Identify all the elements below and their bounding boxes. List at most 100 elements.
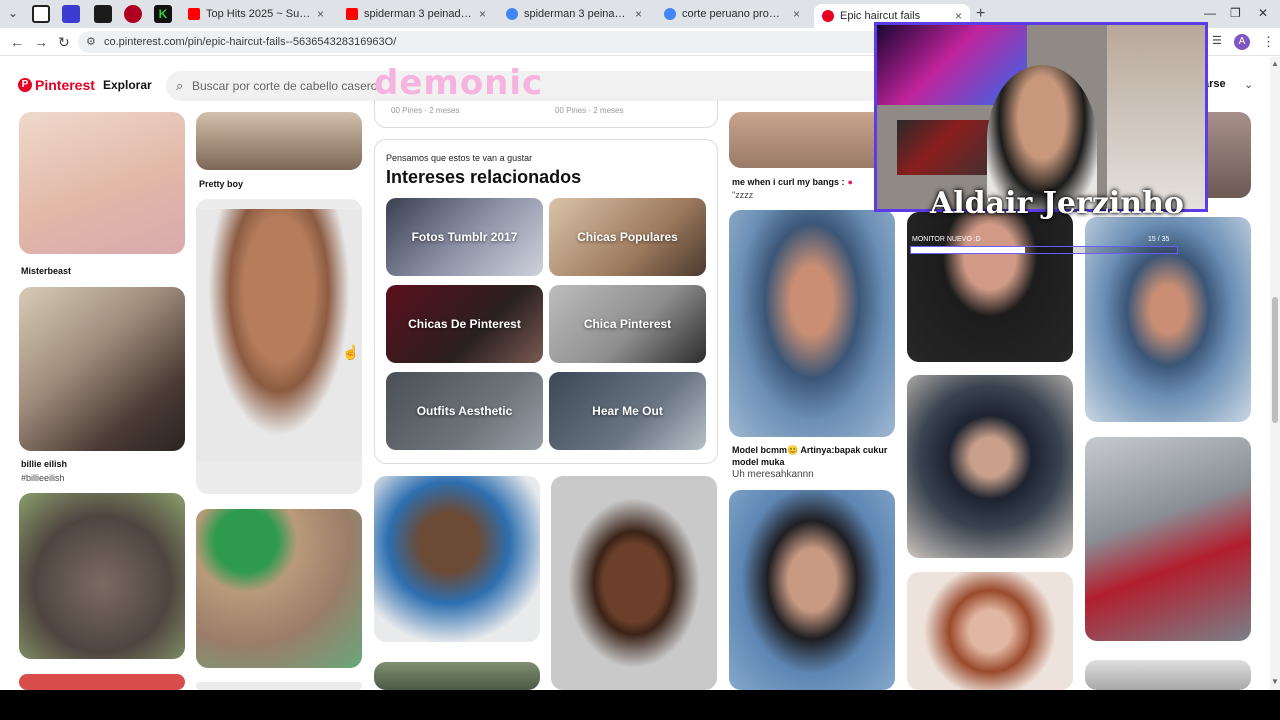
pin-red-hair-image[interactable] [907,572,1073,690]
pin-cutoff[interactable] [374,662,540,690]
pin-green-hair-image[interactable] [196,509,362,668]
interest-label: Fotos Tumblr 2017 [411,230,518,244]
pinterest-icon [822,10,834,22]
pin-shirt-image[interactable] [907,212,1073,362]
tab-label: Epic haircut fails [840,10,921,22]
interest-label: Hear Me Out [592,404,663,418]
pinterest-logo[interactable]: P Pinterest [18,77,95,93]
pin-title[interactable]: Misterbeast [21,265,71,277]
pin-pretty-boy-image[interactable] [196,112,362,170]
interest-tile[interactable]: Hear Me Out [549,372,706,450]
interest-tile[interactable]: Outfits Aesthetic [386,372,543,450]
pin-title[interactable]: Pretty boy [199,178,243,190]
pin-baby-image[interactable] [19,112,185,254]
interest-label: Chicas De Pinterest [408,317,521,331]
new-tab-button[interactable]: + [976,5,985,23]
board-card-cutoff[interactable]: 00 Pines · 2 meses 00 Pines · 2 meses [374,100,718,128]
tab-spiderman-google[interactable]: spiderman 3 peinado - Buscar × [498,4,650,24]
board-meta: 00 Pines · 2 meses [391,106,460,115]
streamer-name: Aldair Jerzinho [930,186,1184,221]
board-meta: 00 Pines · 2 meses [555,106,624,115]
pin-bowl-beard-image[interactable] [729,490,895,690]
tab-label: spiderman 3 peinado - You [364,8,473,20]
pin-description[interactable]: Uh meresahkannn [732,469,814,481]
pin-bangs-image[interactable] [729,112,895,168]
chevron-down-icon[interactable]: ⌄ [1244,78,1253,91]
url-text: co.pinterest.com/pin/epic-haircut-fails-… [104,36,397,48]
pin-creature-image[interactable] [19,493,185,659]
tab-spiderman-youtube[interactable]: spiderman 3 peinado - You × [338,4,494,24]
back-icon[interactable]: ← [10,34,24,50]
reload-icon[interactable]: ↻ [58,34,70,51]
close-icon[interactable]: × [955,9,962,23]
close-icon[interactable]: × [635,7,642,21]
youtube-icon [188,8,200,20]
page-scrollbar[interactable]: ▲ ▼ [1270,57,1280,690]
logo-text: Pinterest [35,77,95,93]
forward-icon[interactable]: → [34,34,48,50]
pin-red-dress-image[interactable] [1085,437,1251,641]
pin-beard-shave-image[interactable] [729,210,895,437]
pin-cutoff[interactable] [1085,660,1251,690]
pin-blue-shirt-image[interactable] [374,476,540,642]
scroll-up-icon[interactable]: ▲ [1271,59,1279,68]
close-icon[interactable]: × [793,7,800,21]
pin-cutoff[interactable] [196,682,362,690]
explore-link[interactable]: Explorar [103,78,152,92]
interest-label: Chica Pinterest [583,317,672,331]
pin-dark-bangs-image[interactable] [907,375,1073,558]
pin-billie-image[interactable] [19,287,185,451]
pinned-tab-1[interactable] [32,5,50,23]
pin-title[interactable]: Model bcmm😊 Artinya:bapak cukur model mu… [732,444,898,468]
screen: ⌄ K Top Hits 2025 ~ Summer Pl × spiderma… [0,0,1280,720]
tab-corte-peruano[interactable]: corte peruano promedio - Busc × [656,4,808,24]
pinned-tab-5[interactable]: K [154,5,172,23]
pin-bowl-cut-image[interactable] [551,476,717,690]
pinned-tab-3[interactable] [94,5,112,23]
goal-progress-fill [911,247,1026,253]
close-icon[interactable]: × [317,7,324,21]
google-icon [506,8,518,20]
extensions-icon[interactable]: ☰ [1212,34,1222,47]
pinned-tab-4[interactable] [124,5,142,23]
overlay-watermark: demonic [374,63,544,103]
restore-icon[interactable]: ❐ [1230,6,1241,20]
google-icon [664,8,676,20]
interest-tile[interactable]: Fotos Tumblr 2017 [386,198,543,276]
search-placeholder: Buscar por corte de cabello casero [192,79,378,93]
goal-progress-bar [910,246,1178,254]
interest-tile[interactable]: Chicas De Pinterest [386,285,543,363]
tab-search-icon[interactable]: ⌄ [8,6,18,20]
pin-title[interactable]: billie eilish [21,458,67,470]
minimize-icon[interactable]: — [1204,6,1216,20]
pin-bald-haircut-card[interactable] [196,199,362,494]
site-info-icon[interactable]: ⚙ [86,35,96,48]
interest-tile[interactable]: Chica Pinterest [549,285,706,363]
tab-label: Top Hits 2025 ~ Summer Pl [206,8,311,20]
related-interests-card: Pensamos que estos te van a gustar Inter… [374,139,718,464]
room-wall [1107,25,1205,209]
mouse-cursor-icon: ☝ [342,344,360,360]
close-icon[interactable]: × [479,7,486,21]
pin-title-text: me when i curl my bangs : [732,177,845,187]
interest-tile[interactable]: Chicas Populares [549,198,706,276]
goal-count: 15 / 35 [1148,236,1170,243]
pin-title[interactable]: me when i curl my bangs : ● [732,176,853,188]
taskbar [0,690,1280,720]
related-heading: Intereses relacionados [386,167,582,187]
webcam-overlay [874,22,1208,212]
close-window-icon[interactable]: ✕ [1258,6,1268,20]
scrollbar-thumb[interactable] [1272,297,1278,423]
menu-icon[interactable]: ⋮ [1262,34,1275,50]
pinterest-icon: P [18,78,32,92]
scroll-down-icon[interactable]: ▼ [1271,677,1279,686]
related-subtitle: Pensamos que estos te van a gustar [386,153,533,163]
profile-avatar[interactable]: A [1234,34,1250,50]
pin-cutoff[interactable] [19,674,185,690]
pin-hashtag[interactable]: #billieeilish [21,472,65,484]
tab-top-hits[interactable]: Top Hits 2025 ~ Summer Pl × [180,4,332,24]
pinned-tab-2[interactable] [62,5,80,23]
pin-description[interactable]: "zzzz [732,189,753,201]
pin-bald-haircut-image [196,209,362,461]
emoji-icon: ● [847,177,853,187]
